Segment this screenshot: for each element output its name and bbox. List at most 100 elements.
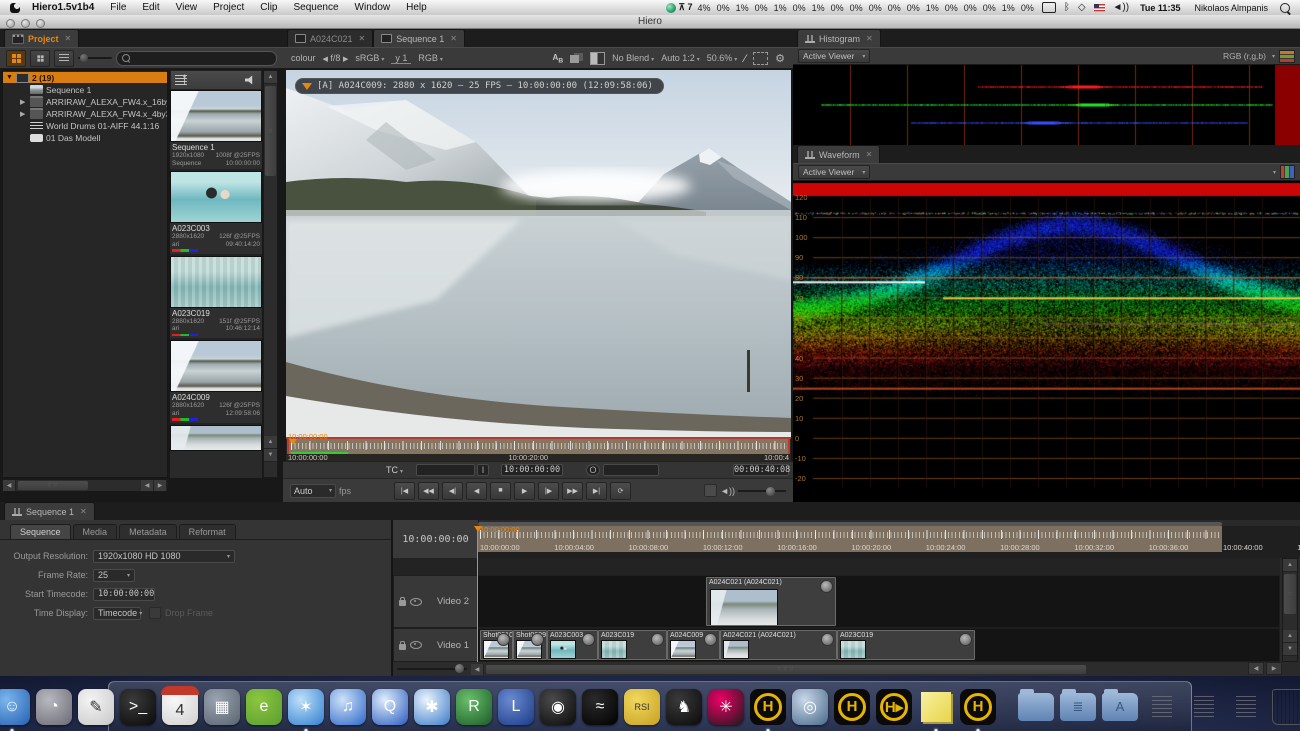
timeline-clip[interactable]: A024C009 xyxy=(667,630,720,660)
dock-dashboard-icon[interactable]: ◉ xyxy=(539,686,577,728)
dock-hiero-icon[interactable]: H xyxy=(749,686,787,728)
channel-select[interactable]: colour xyxy=(291,53,316,63)
detail-view-button[interactable] xyxy=(30,50,50,67)
dock-document-stack-2-icon[interactable] xyxy=(1185,686,1223,728)
input-language-flag-icon[interactable] xyxy=(1094,4,1105,12)
scroll-left-icon[interactable]: ◀ xyxy=(3,480,16,491)
layers-icon[interactable] xyxy=(570,53,583,64)
volume-icon[interactable]: ◄)) xyxy=(1110,2,1133,13)
dock-blackmagic-icon[interactable]: ♞ xyxy=(665,686,703,728)
tree-item[interactable]: 01 Das Modell xyxy=(3,132,167,143)
ab-compare-icon[interactable]: AB xyxy=(553,53,564,64)
dock-hieroplayer-icon[interactable]: H▸ xyxy=(875,686,913,728)
viewer-timeline-ruler[interactable]: 10:00:00:00 10:00:00:00 10:00:20:00 10:0… xyxy=(286,439,791,461)
blend-mode-select[interactable]: No Blend▾ xyxy=(612,53,654,63)
scroll-left-icon[interactable]: ◀ xyxy=(1248,662,1264,675)
in-point-field[interactable] xyxy=(416,464,475,476)
tab-sequence-1[interactable]: Sequence 1✕ xyxy=(373,29,465,47)
gamma-control[interactable]: y 1 xyxy=(391,53,411,64)
list-view-button[interactable] xyxy=(54,50,74,67)
tab-project[interactable]: Project ✕ xyxy=(4,29,79,47)
tab-sequence-1[interactable]: Sequence 1 ✕ xyxy=(4,502,95,520)
scroll-left-icon[interactable]: ◀ xyxy=(471,664,484,675)
tree-item[interactable]: ▶ARRIRAW_ALEXA_FW4.x_4by3 xyxy=(3,108,167,119)
lock-icon[interactable] xyxy=(399,600,406,606)
play-button[interactable]: ▶ xyxy=(514,482,535,500)
loop-button[interactable]: ⟳ xyxy=(610,482,631,500)
timeline-clip[interactable]: A023C019 xyxy=(598,630,667,660)
track-video2-header[interactable]: Video 2 xyxy=(393,575,478,628)
dock-document-stack-3-icon[interactable] xyxy=(1227,686,1265,728)
soft-effect-icon[interactable] xyxy=(651,633,664,646)
menu-clip[interactable]: Clip xyxy=(252,2,285,13)
tab-media[interactable]: Media xyxy=(73,524,118,539)
scroll-right-icon[interactable]: ▶ xyxy=(1266,662,1282,675)
dock-evernote-icon[interactable]: e xyxy=(245,686,283,728)
play-reverse-button[interactable]: ◀ xyxy=(466,482,487,500)
step-forward-button[interactable]: |▶ xyxy=(538,482,559,500)
next-edit-button[interactable]: ▶▶ xyxy=(562,482,583,500)
scroll-up-icon-2[interactable]: ▲ xyxy=(1283,630,1297,643)
bin-item[interactable]: Sequence 11920x10801008f @25FPSSequence1… xyxy=(170,90,262,171)
dock-calendar-icon[interactable]: 4 xyxy=(161,686,199,728)
scroll-left-icon-2[interactable]: ◀ xyxy=(141,480,154,491)
tree-horizontal-scrollbar[interactable]: ◀ ⁙⁙ ◀ ▶ xyxy=(2,479,168,492)
thumbnail-size-slider[interactable] xyxy=(78,52,112,64)
expander-icon[interactable]: ▶ xyxy=(20,98,30,106)
expander-icon[interactable]: ▼ xyxy=(6,74,16,81)
dock-app-l-icon[interactable]: L xyxy=(497,686,535,728)
menu-file[interactable]: File xyxy=(102,2,134,13)
soft-effect-icon[interactable] xyxy=(821,633,834,646)
volume-slider[interactable] xyxy=(738,485,786,497)
tree-item[interactable]: ▶ARRIRAW_ALEXA_FW4.x_16by xyxy=(3,96,167,107)
close-icon[interactable]: ✕ xyxy=(65,34,72,43)
display-channels-select[interactable]: RGB▾ xyxy=(418,53,443,63)
scrollbar-thumb[interactable]: ⁙⁙⁙ xyxy=(486,665,1086,674)
dock-activity-monitor-icon[interactable]: ≈ xyxy=(581,686,619,728)
scroll-right-icon[interactable]: ▶ xyxy=(154,480,167,491)
menu-clock[interactable]: Tue 11:35 xyxy=(1134,3,1186,13)
project-search-box[interactable] xyxy=(116,51,277,66)
menu-user-name[interactable]: Nikolaos Almpanis xyxy=(1188,3,1274,13)
close-icon[interactable]: ✕ xyxy=(80,507,87,516)
apple-menu-icon[interactable] xyxy=(10,3,20,13)
close-icon[interactable]: ✕ xyxy=(450,34,457,43)
window-title-bar[interactable]: Hiero xyxy=(0,15,1300,29)
timeline-horizontal-scrollbar[interactable]: ◀ ⁙⁙⁙ xyxy=(393,662,1280,676)
menu-view[interactable]: View xyxy=(168,2,206,13)
scroll-down-icon[interactable]: ▼ xyxy=(264,449,277,462)
dock-folder-library-icon[interactable]: ≣ xyxy=(1059,686,1097,728)
dock-quicktime-icon[interactable]: Q xyxy=(371,686,409,728)
scroll-up-icon[interactable]: ▲ xyxy=(1283,559,1297,572)
soft-effect-icon[interactable] xyxy=(531,633,544,646)
menu-edit[interactable]: Edit xyxy=(134,2,167,13)
duration-field[interactable]: 00:00:40:08 xyxy=(733,464,789,476)
timeline-clip[interactable]: A023C003 xyxy=(547,630,598,660)
proxy-select[interactable]: Auto 1:2▾ xyxy=(661,53,700,63)
display-icon[interactable] xyxy=(1042,2,1056,13)
dock-app-r-icon[interactable]: R xyxy=(455,686,493,728)
lock-icon[interactable] xyxy=(399,644,406,650)
scroll-down-icon[interactable]: ▼ xyxy=(1283,643,1297,656)
current-timecode-field[interactable]: 10:00:00:00 xyxy=(501,464,563,476)
search-input[interactable] xyxy=(133,52,271,64)
dock-hiero-beta-icon[interactable]: H xyxy=(833,686,871,728)
expander-icon[interactable]: ▶ xyxy=(20,110,30,118)
timeline-clip[interactable]: Shot0010 xyxy=(480,630,513,660)
timeline-clip[interactable]: A024C021 (A024C021) xyxy=(720,630,837,660)
scrollbar-thumb[interactable]: ⁙ xyxy=(1284,574,1295,614)
guides-icon[interactable] xyxy=(753,52,768,65)
dock-hiero-old-icon[interactable]: H xyxy=(959,686,997,728)
dock-stickies-icon[interactable] xyxy=(917,686,955,728)
app-menu-title[interactable]: Hiero1.5v1b4 xyxy=(24,2,102,13)
tc-mode-select[interactable]: TC▾ xyxy=(386,465,403,475)
dock-itunes-icon[interactable]: ♫ xyxy=(329,686,367,728)
tab-metadata[interactable]: Metadata xyxy=(119,524,177,539)
clip-thumbnail[interactable] xyxy=(170,425,262,451)
go-to-end-button[interactable]: ▶| xyxy=(586,482,607,500)
previous-edit-button[interactable]: ◀◀ xyxy=(418,482,439,500)
soft-effect-icon[interactable] xyxy=(959,633,972,646)
track-video2-content[interactable]: A024C021 (A024C021) xyxy=(478,575,1280,628)
stop-button[interactable]: ■ xyxy=(490,482,511,500)
dock-trash-icon[interactable] xyxy=(1269,686,1300,728)
